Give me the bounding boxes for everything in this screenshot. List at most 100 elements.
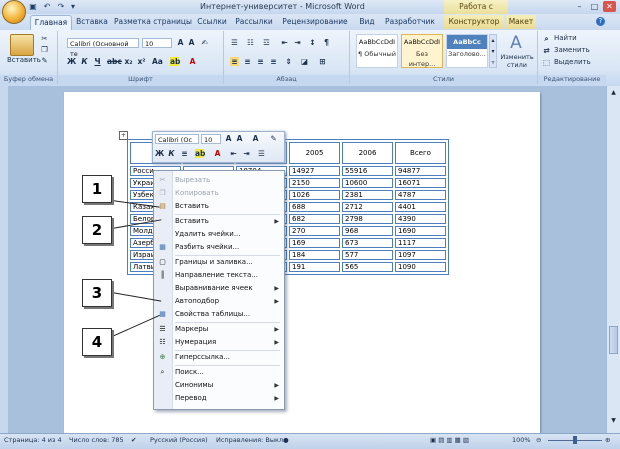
align-right-icon[interactable]: ≡ (256, 57, 265, 66)
close-icon[interactable]: ✕ (603, 1, 616, 12)
multilevel-list-icon[interactable]: ☲ (262, 38, 271, 47)
status-word-count[interactable]: Число слов: 785 (69, 433, 124, 448)
shading-icon[interactable]: ◪ (300, 57, 309, 66)
status-page[interactable]: Страница: 4 из 4 (4, 433, 62, 448)
style-heading[interactable]: AaBbCc Заголово... (446, 34, 488, 68)
status-language[interactable]: Русский (Россия) (150, 433, 208, 448)
mini-size-combo[interactable]: 10 (201, 134, 221, 144)
zoom-slider-thumb[interactable] (573, 436, 577, 444)
font-color-icon[interactable]: A (188, 57, 197, 66)
spellcheck-icon[interactable]: ✔ (131, 433, 136, 448)
table-cell[interactable]: 16071 (395, 178, 446, 188)
bold-icon[interactable]: Ж (67, 57, 76, 66)
menu-item-autofit[interactable]: Автоподбор ▶ (154, 295, 284, 308)
table-cell[interactable]: 270 (289, 226, 340, 236)
mini-decrease-indent-icon[interactable]: ⇤ (229, 149, 238, 158)
align-left-icon[interactable]: ≡ (230, 57, 239, 66)
view-buttons[interactable]: ▣ ▤ ▥ ▦ ▧ (430, 433, 469, 448)
menu-item-cut[interactable]: ✂ Вырезать (154, 174, 284, 187)
tab-layout[interactable]: Макет (506, 15, 536, 29)
table-cell[interactable]: 1690 (395, 226, 446, 236)
table-cell[interactable]: 1117 (395, 238, 446, 248)
mini-shrink-font-icon[interactable]: A (235, 134, 244, 143)
redo-icon[interactable]: ↷ (56, 2, 66, 12)
maximize-icon[interactable]: □ (588, 1, 601, 12)
status-track-changes[interactable]: Исправления: Выкл. (216, 433, 285, 448)
italic-icon[interactable]: К (80, 57, 89, 66)
table-cell[interactable]: 565 (342, 262, 393, 272)
borders-icon[interactable]: ⊞ (318, 57, 327, 66)
replace-button[interactable]: Заменить (554, 46, 590, 55)
table-cell[interactable]: 2150 (289, 178, 340, 188)
table-cell[interactable]: 55916 (342, 166, 393, 176)
line-spacing-icon[interactable]: ⇕ (284, 57, 293, 66)
table-cell[interactable]: 2798 (342, 214, 393, 224)
menu-item-lookup[interactable]: ⌕ Поиск... (154, 366, 284, 379)
decrease-indent-icon[interactable]: ⇤ (280, 38, 289, 47)
tab-review[interactable]: Рецензирование (279, 15, 351, 29)
show-marks-icon[interactable]: ¶ (322, 38, 331, 47)
table-cell[interactable]: 10600 (342, 178, 393, 188)
justify-icon[interactable]: ≡ (269, 57, 278, 66)
mini-font-color-icon[interactable]: A (213, 149, 222, 158)
change-styles-button[interactable]: Изменить стили (499, 53, 535, 69)
change-styles-icon[interactable]: A (506, 33, 526, 53)
macro-record-icon[interactable]: ● (283, 433, 289, 448)
bullets-icon[interactable]: ☰ (230, 38, 239, 47)
subscript-icon[interactable]: x₂ (124, 57, 133, 66)
table-cell[interactable]: 169 (289, 238, 340, 248)
table-cell[interactable]: 4401 (395, 202, 446, 212)
menu-item-insert[interactable]: Вставить ▶ (154, 215, 284, 228)
tab-mailings[interactable]: Рассылки (232, 15, 276, 29)
increase-indent-icon[interactable]: ⇥ (293, 38, 302, 47)
mini-styles-icon[interactable]: A (251, 134, 260, 143)
tab-developer[interactable]: Разработчик (384, 15, 436, 29)
styles-scroll[interactable]: ▴ ▾ ▿ (489, 34, 497, 68)
menu-item-bullets[interactable]: ☰ Маркеры ▶ (154, 323, 284, 336)
table-cell[interactable]: 2712 (342, 202, 393, 212)
tab-design[interactable]: Конструктор (444, 15, 504, 29)
table-header-cell[interactable]: 2005 (289, 142, 340, 164)
table-cell[interactable]: 1026 (289, 190, 340, 200)
table-cell[interactable]: 577 (342, 250, 393, 260)
find-icon[interactable]: ⌕ (542, 34, 551, 43)
underline-icon[interactable]: Ч (93, 57, 102, 66)
tab-page-layout[interactable]: Разметка страницы (114, 15, 192, 29)
strikethrough-icon[interactable]: abc (107, 57, 122, 66)
menu-item-copy[interactable]: ❐ Копировать (154, 187, 284, 200)
table-cell[interactable]: 4390 (395, 214, 446, 224)
menu-item-numbering[interactable]: ☷ Нумерация ▶ (154, 336, 284, 349)
status-zoom[interactable]: 100% (512, 433, 531, 448)
change-case-icon[interactable]: Aa (152, 57, 163, 66)
mini-bullets-icon[interactable]: ☰ (257, 149, 266, 158)
cut-icon[interactable]: ✂ (40, 34, 49, 43)
menu-item-hyperlink[interactable]: ⊕ Гиперссылка... (154, 351, 284, 364)
highlight-icon[interactable]: ab (170, 57, 180, 66)
mini-italic-icon[interactable]: К (167, 149, 176, 158)
table-cell[interactable]: 1090 (395, 262, 446, 272)
menu-item-translate[interactable]: Перевод ▶ (154, 392, 284, 405)
menu-item-paste[interactable]: ▤ Вставить (154, 200, 284, 213)
vertical-scrollbar[interactable]: ▲ ▼ (606, 86, 620, 433)
format-painter-icon[interactable]: ✎ (40, 56, 49, 65)
table-cell[interactable]: 4787 (395, 190, 446, 200)
tab-references[interactable]: Ссылки (195, 15, 229, 29)
select-icon[interactable]: ⬚ (542, 58, 551, 67)
paste-icon[interactable] (10, 34, 34, 56)
sort-icon[interactable]: ↕ (308, 38, 317, 47)
scroll-down-icon[interactable]: ▼ (609, 416, 618, 425)
table-cell[interactable]: 94877 (395, 166, 446, 176)
mini-font-combo[interactable]: Calibri (Ос (155, 134, 199, 144)
clear-format-icon[interactable]: ✍ (200, 38, 209, 47)
mini-grow-font-icon[interactable]: A (224, 134, 233, 143)
table-header-cell[interactable]: 2006 (342, 142, 393, 164)
help-icon[interactable]: ? (596, 17, 605, 26)
table-header-cell[interactable]: Всего (395, 142, 446, 164)
table-cell[interactable]: 191 (289, 262, 340, 272)
table-cell[interactable]: 14927 (289, 166, 340, 176)
mini-align-center-icon[interactable]: ≡ (180, 149, 189, 158)
scroll-up-icon[interactable]: ▲ (609, 88, 618, 97)
tab-view[interactable]: Вид (354, 15, 380, 29)
shrink-font-icon[interactable]: A (187, 38, 196, 47)
copy-icon[interactable]: ❐ (40, 45, 49, 54)
